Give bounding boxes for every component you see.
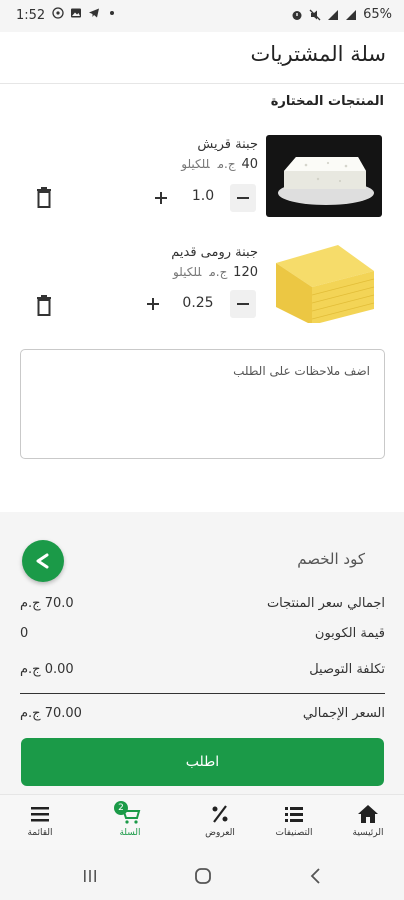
menu-icon: [31, 807, 49, 822]
price-per-unit: للكيلو: [181, 157, 210, 171]
delivery-cost-value: 0.00 ج.م: [20, 662, 74, 677]
nav-item-home[interactable]: الرئيسية: [328, 795, 404, 851]
price-value: 40: [241, 157, 258, 172]
page-title: سلة المشتريات: [250, 42, 386, 66]
nav-label: التصنيفات: [275, 828, 313, 838]
products-total-value: 70.0 ج.م: [20, 596, 74, 611]
coupon-value: 0: [20, 626, 29, 641]
nav-label: العروض: [205, 828, 235, 838]
gallery-icon: [71, 8, 81, 18]
mute-icon: [309, 9, 321, 20]
place-order-button[interactable]: اطلب: [21, 738, 384, 786]
coupon-code-label: كود الخصم: [297, 550, 365, 568]
list-icon: [285, 807, 303, 822]
product-price: 40 ج.م للكيلو: [181, 157, 258, 172]
home-button-icon[interactable]: [193, 866, 213, 886]
notes-placeholder: اضف ملاحظات على الطلب: [233, 364, 370, 378]
summary-divider: [20, 693, 385, 694]
bottom-navigation: القائمة السلة 2 العروض التصنيفات الرئيسي…: [0, 794, 404, 850]
product-name: جبنة رومى قديم: [171, 245, 258, 260]
battery-percent: 65%: [363, 7, 392, 22]
status-time: 1:52: [16, 8, 46, 23]
price-currency: ج.م: [217, 157, 236, 171]
minus-icon: [237, 303, 249, 305]
plus-icon: [155, 192, 167, 204]
products-total-row: اجمالي سعر المنتجات 70.0 ج.م: [20, 596, 385, 618]
plus-icon: [147, 298, 159, 310]
cart-count-badge: 2: [114, 801, 128, 815]
section-title: المنتجات المختارة: [270, 94, 384, 109]
price-value: 120: [233, 265, 258, 280]
order-summary: كود الخصم اجمالي سعر المنتجات 70.0 ج.م ق…: [0, 512, 404, 794]
dot-icon: [110, 11, 114, 15]
whatsapp-icon: [52, 7, 64, 19]
nav-item-offers[interactable]: العروض: [180, 795, 260, 851]
nav-item-menu[interactable]: القائمة: [0, 795, 80, 851]
alarm-icon: [292, 10, 302, 20]
product-name: جبنة قريش: [197, 137, 258, 152]
arrow-left-icon: [36, 553, 49, 569]
system-navigation-bar: [0, 850, 404, 900]
coupon-value-row: قيمة الكوبون 0: [20, 626, 385, 648]
products-total-label: اجمالي سعر المنتجات: [266, 596, 385, 611]
order-notes-field[interactable]: اضف ملاحظات على الطلب: [20, 349, 385, 459]
cart-item: جبنة رومى قديم 120 ج.م للكيلو 0.25: [0, 241, 404, 339]
grand-total-label: السعر الإجمالي: [302, 706, 385, 721]
roumy-cheese-image: [266, 241, 382, 323]
delete-icon[interactable]: [34, 187, 54, 209]
quantity-value: 1.0: [191, 188, 215, 204]
price-per-unit: للكيلو: [172, 265, 202, 279]
delete-icon[interactable]: [34, 295, 54, 317]
signal-icon: [328, 9, 339, 20]
increase-quantity-button[interactable]: [148, 184, 174, 212]
decrease-quantity-button[interactable]: [230, 184, 256, 212]
app-header: سلة المشتريات: [0, 32, 404, 84]
back-icon[interactable]: [306, 866, 326, 886]
product-price: 120 ج.م للكيلو: [173, 265, 258, 280]
percent-icon: [212, 805, 228, 823]
delivery-cost-row: تكلفة التوصيل 0.00 ج.م: [20, 662, 385, 684]
quantity-value: 0.25: [182, 295, 214, 311]
delivery-cost-label: تكلفة التوصيل: [309, 662, 385, 677]
price-currency: ج.م: [209, 265, 228, 279]
product-image: [266, 135, 382, 217]
telegram-icon: [89, 8, 99, 18]
coupon-value-label: قيمة الكوبون: [314, 626, 385, 641]
decrease-quantity-button[interactable]: [230, 290, 256, 318]
home-icon: [358, 805, 378, 823]
apply-coupon-button[interactable]: [22, 540, 64, 582]
product-image: [266, 241, 382, 323]
status-bar: 1:52 65%: [0, 0, 404, 32]
nav-label: الرئيسية: [352, 828, 384, 838]
system-icons: 65%: [291, 7, 392, 22]
increase-quantity-button[interactable]: [140, 290, 166, 318]
minus-icon: [237, 197, 249, 199]
nav-label: القائمة: [27, 828, 53, 838]
nav-item-categories[interactable]: التصنيفات: [254, 795, 334, 851]
signal-icon: [346, 9, 357, 20]
grand-total-row: السعر الإجمالي 70.00 ج.م: [20, 706, 385, 728]
white-cheese-image: [266, 135, 382, 217]
grand-total-value: 70.00 ج.م: [20, 706, 82, 721]
cart-item: جبنة قريش 40 ج.م للكيلو 1.0: [0, 135, 404, 231]
nav-item-cart[interactable]: السلة: [90, 795, 170, 851]
notification-icons: [52, 7, 118, 19]
nav-label: السلة: [119, 828, 141, 838]
recent-apps-icon[interactable]: [80, 866, 100, 886]
coupon-field[interactable]: كود الخصم: [20, 536, 385, 582]
